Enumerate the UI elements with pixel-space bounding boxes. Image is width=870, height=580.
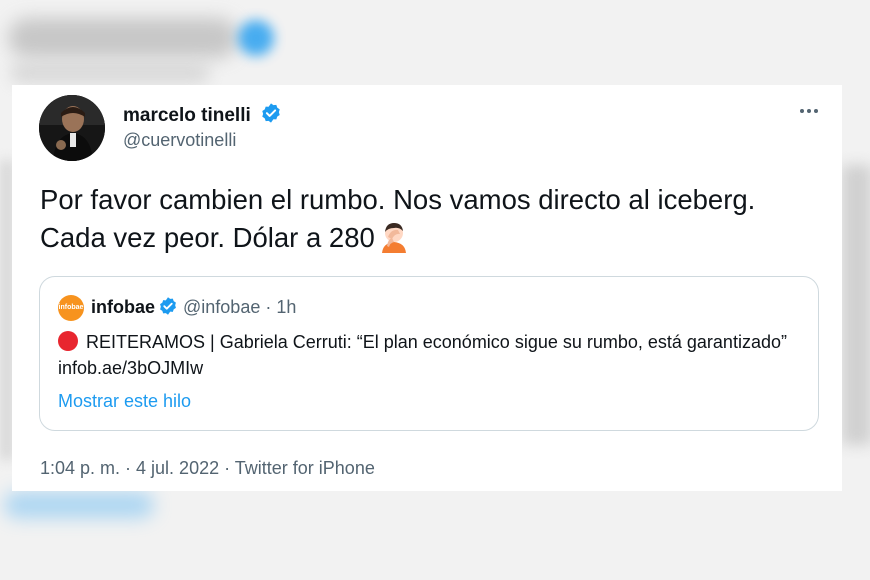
quoted-header: infobae @infobae · 1h bbox=[91, 296, 296, 318]
display-name[interactable]: marcelo tinelli bbox=[123, 102, 282, 127]
red-circle-icon bbox=[58, 331, 78, 351]
quoted-separator: · bbox=[265, 297, 272, 317]
quoted-name: infobae bbox=[91, 297, 156, 317]
verified-badge-icon bbox=[262, 103, 280, 123]
verified-badge-icon bbox=[160, 297, 176, 315]
avatar[interactable] bbox=[39, 95, 105, 161]
more-options-icon[interactable] bbox=[792, 99, 826, 123]
tweet-text: Por favor cambien el rumbo. Nos vamos di… bbox=[40, 181, 800, 257]
blurred-name bbox=[8, 18, 238, 58]
quoted-text-body: REITERAMOS | Gabriela Cerruti: “El plan … bbox=[58, 332, 787, 378]
blurred-link bbox=[4, 492, 154, 518]
quoted-text: REITERAMOS | Gabriela Cerruti: “El plan … bbox=[58, 329, 798, 381]
facepalm-emoji-icon bbox=[381, 223, 406, 253]
quoted-time: 1h bbox=[276, 297, 297, 317]
blurred-verified-badge bbox=[238, 20, 274, 56]
tweet-card: marcelo tinelli @cuervotinelli Por favor… bbox=[12, 85, 842, 491]
display-name-text[interactable]: marcelo tinelli bbox=[123, 105, 251, 126]
show-thread-link[interactable]: Mostrar este hilo bbox=[58, 391, 191, 412]
author-handle[interactable]: @cuervotinelli bbox=[123, 130, 236, 151]
infobae-logo: infobae bbox=[58, 295, 84, 321]
blurred-edge-right bbox=[842, 165, 870, 445]
blurred-handle bbox=[10, 62, 210, 84]
quoted-handle: @infobae bbox=[183, 297, 261, 317]
tweet-meta[interactable]: 1:04 p. m. · 4 jul. 2022 · Twitter for i… bbox=[40, 458, 375, 479]
quoted-tweet[interactable]: infobae infobae @infobae · 1h REITERAMOS… bbox=[39, 276, 819, 431]
